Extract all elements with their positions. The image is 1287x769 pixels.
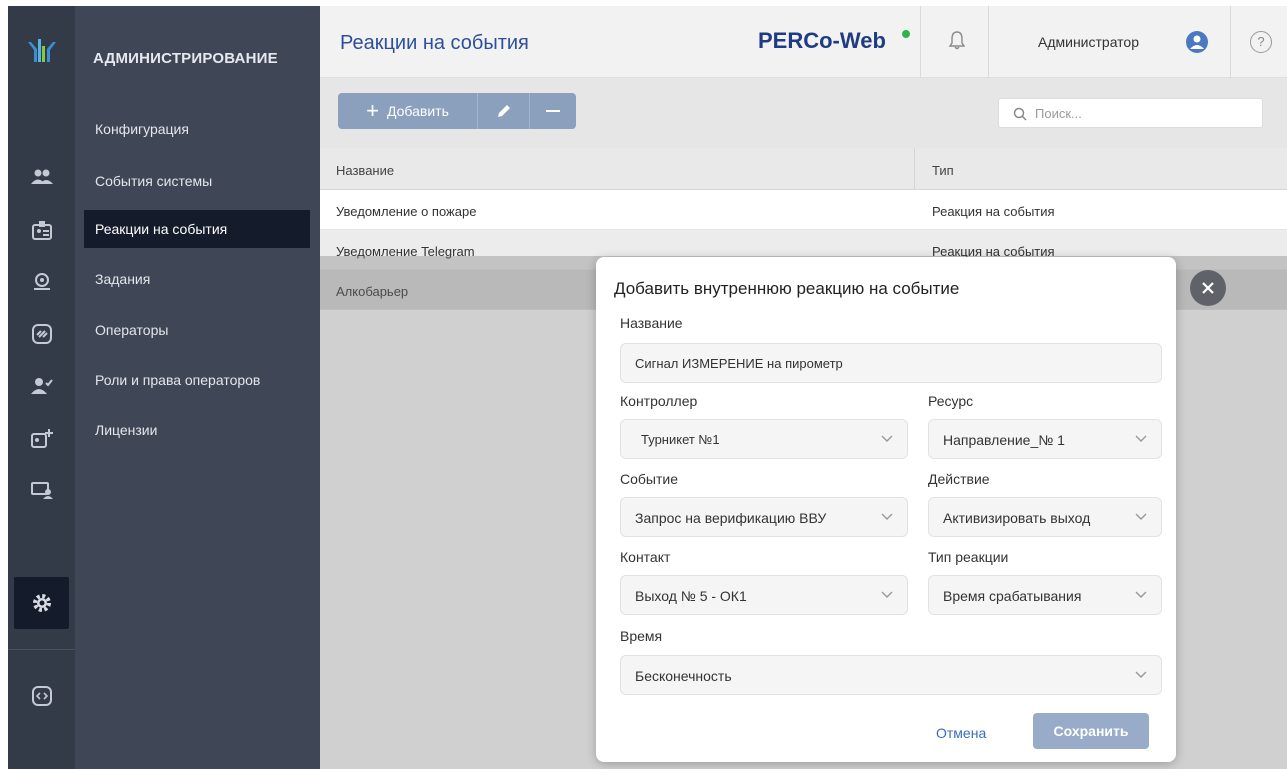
chevron-down-icon	[881, 435, 893, 442]
sidebar-item-licenses[interactable]: Лицензии	[84, 411, 310, 449]
rail-divider	[8, 649, 75, 650]
user-name[interactable]: Администратор	[1038, 34, 1139, 50]
header-divider	[1230, 6, 1231, 78]
search-icon	[1013, 107, 1027, 121]
user-avatar-icon[interactable]	[1186, 31, 1208, 53]
contact-label: Контакт	[620, 549, 671, 565]
search-input[interactable]: Поиск...	[998, 98, 1263, 128]
close-dialog-button[interactable]	[1190, 270, 1226, 306]
help-icon[interactable]: ?	[1250, 31, 1272, 53]
edit-button[interactable]	[478, 93, 530, 129]
column-header-type[interactable]: Тип	[932, 163, 954, 178]
action-value: Активизировать выход	[943, 510, 1091, 526]
contact-select[interactable]: Выход № 5 - ОК1	[620, 575, 908, 615]
event-select[interactable]: Запрос на верификацию ВВУ	[620, 497, 908, 537]
search-placeholder: Поиск...	[1035, 106, 1082, 121]
icon-rail	[8, 6, 75, 769]
row-name: Уведомление о пожаре	[336, 204, 477, 219]
chevron-down-icon	[881, 591, 893, 598]
chevron-down-icon	[1135, 591, 1147, 598]
logo-icon[interactable]	[8, 6, 75, 96]
event-label: Событие	[620, 471, 678, 487]
dialog-title: Добавить внутреннюю реакцию на событие	[614, 279, 960, 298]
sidebar-item-tasks[interactable]: Задания	[84, 260, 310, 298]
action-select[interactable]: Активизировать выход	[928, 497, 1162, 537]
monitor-user-icon[interactable]	[8, 464, 75, 516]
sidebar-item-operators[interactable]: Операторы	[84, 311, 310, 349]
add-button[interactable]: + Добавить	[338, 93, 478, 129]
bell-icon[interactable]	[948, 30, 966, 55]
gear-icon[interactable]	[14, 577, 69, 629]
brand-logo: PERCo-Web	[758, 28, 886, 53]
resource-label: Ресурс	[928, 393, 974, 409]
controller-value: Турникет №1	[641, 432, 720, 447]
controller-select[interactable]: Турникет №1	[620, 419, 908, 459]
add-badge-icon[interactable]	[8, 412, 75, 464]
sidebar: АДМИНИСТРИРОВАНИЕ Конфигурация События с…	[75, 6, 320, 769]
chevron-down-icon	[1135, 435, 1147, 442]
reaction-type-label: Тип реакции	[928, 549, 1009, 565]
toolbar: + Добавить Поиск...	[320, 78, 1287, 148]
table-header: Название Тип	[320, 148, 1287, 190]
sidebar-item-configuration[interactable]: Конфигурация	[84, 110, 310, 148]
plus-icon: +	[366, 98, 379, 123]
name-value: Сигнал ИЗМЕРЕНИЕ на пирометр	[635, 356, 843, 371]
resource-value: Направление_№ 1	[943, 432, 1065, 448]
code-icon[interactable]	[8, 670, 75, 722]
name-field[interactable]: Сигнал ИЗМЕРЕНИЕ на пирометр	[620, 343, 1162, 383]
row-type: Реакция на события	[932, 204, 1055, 219]
visitor-icon[interactable]	[8, 256, 75, 308]
event-value: Запрос на верификацию ВВУ	[635, 510, 827, 526]
action-button-group: + Добавить	[338, 93, 576, 129]
column-header-name[interactable]: Название	[336, 163, 394, 178]
table-row[interactable]: Уведомление о пожаре Реакция на события	[320, 190, 1287, 230]
add-reaction-dialog: Добавить внутреннюю реакцию на событие Н…	[596, 257, 1176, 762]
users-icon[interactable]	[8, 151, 75, 203]
time-label: Время	[620, 628, 663, 644]
delete-button[interactable]	[530, 93, 576, 129]
sidebar-item-event-reactions[interactable]: Реакции на события	[84, 210, 310, 248]
time-value: Бесконечность	[635, 668, 732, 684]
link-icon[interactable]	[8, 308, 75, 360]
verified-user-icon[interactable]	[8, 360, 75, 412]
resource-select[interactable]: Направление_№ 1	[928, 419, 1162, 459]
sidebar-item-system-events[interactable]: События системы	[84, 162, 310, 200]
column-divider	[914, 148, 915, 189]
header-divider	[920, 6, 921, 78]
page-title: Реакции на события	[340, 32, 529, 54]
header-divider	[988, 6, 989, 78]
contact-value: Выход № 5 - ОК1	[635, 588, 747, 604]
cancel-button[interactable]: Отмена	[936, 725, 986, 741]
sidebar-item-roles[interactable]: Роли и права операторов	[84, 361, 310, 399]
reaction-type-select[interactable]: Время срабатывания	[928, 575, 1162, 615]
sidebar-title: АДМИНИСТРИРОВАНИЕ	[93, 50, 278, 67]
chevron-down-icon	[1135, 671, 1147, 678]
save-button[interactable]: Сохранить	[1033, 713, 1149, 749]
chevron-down-icon	[1135, 513, 1147, 520]
reaction-type-value: Время срабатывания	[943, 588, 1082, 604]
time-select[interactable]: Бесконечность	[620, 655, 1162, 695]
name-label: Название	[620, 315, 683, 331]
header: Реакции на события PERCo-Web Администрат…	[320, 6, 1287, 78]
minus-icon	[546, 110, 560, 112]
add-button-label: Добавить	[386, 103, 449, 119]
controller-label: Контроллер	[620, 393, 698, 409]
pencil-icon	[497, 105, 510, 117]
badge-icon[interactable]	[8, 204, 75, 256]
brand-dot-icon	[902, 30, 910, 38]
close-icon	[1202, 282, 1214, 294]
action-label: Действие	[928, 471, 990, 487]
chevron-down-icon	[881, 513, 893, 520]
